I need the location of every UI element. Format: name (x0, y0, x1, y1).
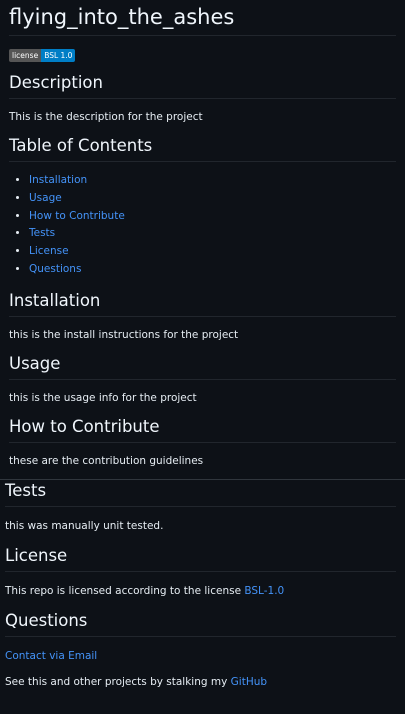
list-item: How to Contribute (29, 208, 396, 226)
installation-text: this is the install instructions for the… (9, 328, 239, 341)
contribute-text: these are the contribution guidelines (9, 454, 204, 467)
list-item: Tests (29, 225, 396, 243)
readme-page: flying_into_the_ashes license BSL 1.0 De… (0, 0, 405, 714)
license-text: This repo is licensed according to the l… (5, 584, 242, 597)
readme-bottom-section: Tests this was manually unit tested. Lic… (0, 480, 405, 689)
list-item: License (29, 243, 396, 261)
list-item: Questions (29, 261, 396, 279)
tests-text: this was manually unit tested. (5, 519, 164, 532)
badge-value: BSL 1.0 (41, 49, 76, 62)
questions-heading: Questions (5, 610, 396, 637)
page-title: flying_into_the_ashes (9, 0, 396, 36)
usage-text: this is the usage info for the project (9, 391, 197, 404)
toc-link-usage[interactable]: Usage (29, 192, 62, 204)
description-heading: Description (9, 72, 396, 99)
license-link[interactable]: BSL-1.0 (244, 585, 284, 597)
toc-link-installation[interactable]: Installation (29, 174, 87, 186)
toc-list: Installation Usage How to Contribute Tes… (9, 172, 396, 279)
toc-heading: Table of Contents (9, 135, 396, 162)
github-link[interactable]: GitHub (231, 676, 267, 688)
license-heading: License (5, 545, 396, 572)
contribute-heading: How to Contribute (9, 416, 396, 443)
toc-link-license[interactable]: License (29, 245, 69, 257)
installation-heading: Installation (9, 290, 396, 317)
list-item: Usage (29, 190, 396, 208)
toc-link-questions[interactable]: Questions (29, 263, 81, 275)
usage-heading: Usage (9, 353, 396, 380)
license-badge[interactable]: license BSL 1.0 (9, 43, 396, 62)
readme-top-section: flying_into_the_ashes license BSL 1.0 De… (0, 0, 405, 468)
github-text: See this and other projects by stalking … (5, 675, 228, 688)
toc-link-contribute[interactable]: How to Contribute (29, 210, 125, 222)
license-paragraph: This repo is licensed according to the l… (5, 584, 396, 598)
email-paragraph: Contact via Email (5, 649, 396, 663)
badge-label: license (9, 49, 42, 62)
description-text: This is the description for the project (9, 111, 203, 123)
contact-email-link[interactable]: Contact via Email (5, 650, 97, 662)
list-item: Installation (29, 172, 396, 190)
github-paragraph: See this and other projects by stalking … (5, 675, 396, 689)
tests-heading: Tests (5, 480, 396, 507)
toc-link-tests[interactable]: Tests (29, 227, 55, 239)
